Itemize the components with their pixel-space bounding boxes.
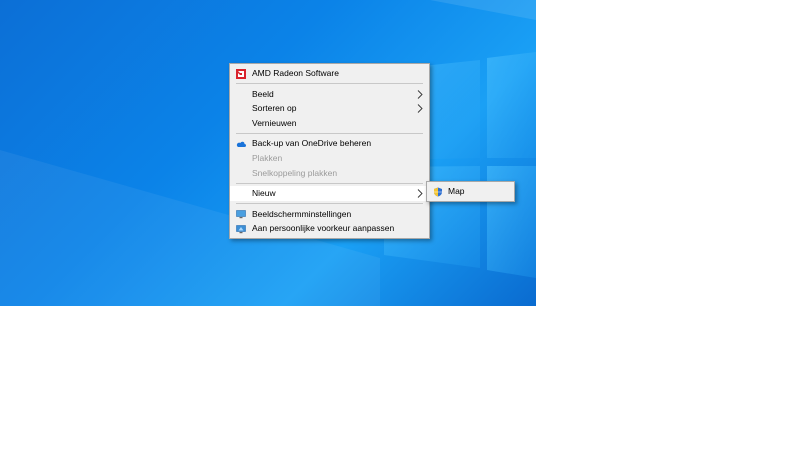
menu-label: Plakken — [252, 152, 283, 163]
chevron-right-icon — [417, 104, 423, 114]
menu-label: Beeld — [252, 88, 274, 99]
menu-label: Map — [448, 186, 465, 196]
onedrive-cloud-icon — [236, 139, 246, 149]
menu-separator — [236, 132, 423, 134]
menu-label: Back-up van OneDrive beheren — [252, 138, 372, 149]
menu-label: Aan persoonlijke voorkeur aanpassen — [252, 223, 395, 234]
desktop-context-menu: AMD Radeon Software Beeld Sorteren op Ve… — [229, 63, 430, 239]
menu-item-onedrive-backup[interactable]: Back-up van OneDrive beheren — [230, 136, 429, 151]
menu-item-sorteren-op[interactable]: Sorteren op — [230, 101, 429, 116]
menu-item-plakken[interactable]: Plakken — [230, 151, 429, 166]
menu-item-beeldscherminstellingen[interactable]: Beeldschermminstellingen — [230, 207, 429, 222]
menu-item-beeld[interactable]: Beeld — [230, 87, 429, 102]
menu-label: Sorteren op — [252, 103, 297, 114]
amd-radeon-icon — [236, 68, 246, 79]
menu-item-map[interactable]: Map — [427, 184, 514, 199]
menu-separator — [236, 203, 423, 205]
chevron-right-icon — [417, 189, 423, 198]
menu-separator — [236, 83, 423, 85]
menu-item-nieuw[interactable]: Nieuw — [230, 186, 429, 201]
submenu-nieuw: Map — [426, 181, 515, 202]
menu-item-persoonlijke-voorkeur[interactable]: Aan persoonlijke voorkeur aanpassen — [230, 221, 429, 236]
menu-label: Vernieuwen — [252, 117, 297, 128]
menu-label: Snelkoppeling plakken — [252, 167, 338, 178]
shield-folder-icon — [433, 187, 443, 197]
menu-item-snelkoppeling-plakken[interactable]: Snelkoppeling plakken — [230, 166, 429, 181]
menu-item-amd-radeon[interactable]: AMD Radeon Software — [230, 66, 429, 81]
menu-item-vernieuwen[interactable]: Vernieuwen — [230, 116, 429, 131]
display-settings-icon — [236, 209, 246, 219]
menu-label: Beeldschermminstellingen — [252, 208, 352, 219]
menu-label: AMD Radeon Software — [252, 68, 339, 78]
menu-label: Nieuw — [252, 188, 276, 199]
menu-separator — [236, 182, 423, 184]
personalize-icon — [236, 224, 246, 234]
chevron-right-icon — [417, 89, 423, 99]
